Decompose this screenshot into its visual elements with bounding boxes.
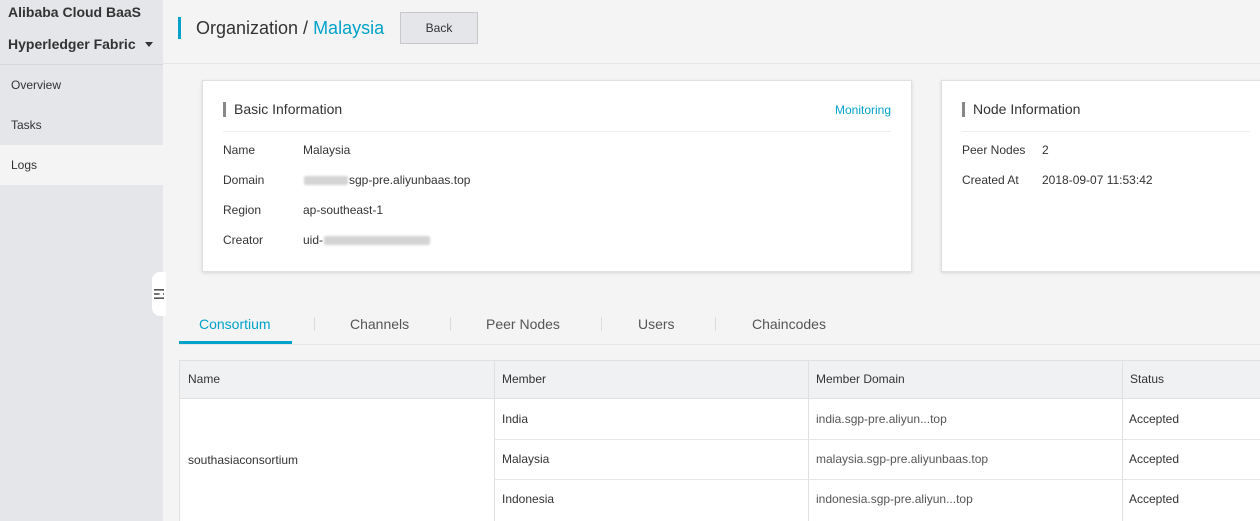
tab-chaincodes[interactable]: Chaincodes [752,316,826,332]
tab-divider [314,317,315,331]
page-title: Organization / Malaysia [196,18,384,39]
info-key: Peer Nodes [962,143,1026,157]
back-button[interactable]: Back [400,12,478,44]
monitoring-link[interactable]: Monitoring [835,103,891,117]
info-value: 2 [1042,143,1049,157]
redacted-text [324,236,431,246]
member-cell: India [502,412,529,426]
sidebar-item-logs[interactable]: Logs [0,145,163,185]
breadcrumb-parent: Organization / [196,18,314,38]
sidebar-item-tasks[interactable]: Tasks [0,105,163,145]
sidebar-collapse-handle[interactable] [152,272,166,316]
info-key: Region [223,203,262,217]
section-marker [962,102,965,117]
info-value: ap-southeast-1 [303,203,384,217]
node-information-card: Node Information Peer Nodes 2 Created At… [941,80,1260,272]
tab-divider [450,317,451,331]
row-divider [494,439,1260,440]
brand-title: Alibaba Cloud BaaS [8,4,142,20]
member-domain-cell: malaysia.sgp-pre.aliyunbaas.top [816,452,989,466]
status-cell: Accepted [1129,412,1180,426]
column-header-member: Member [502,372,547,386]
tab-peer-nodes[interactable]: Peer Nodes [486,316,560,332]
column-divider [494,361,495,521]
chevron-down-icon [144,41,153,47]
status-cell: Accepted [1129,492,1180,506]
table-header: Name Member Member Domain Status [180,361,1260,399]
tab-divider [601,317,602,331]
redacted-text [304,176,348,186]
card-header: Basic Information Monitoring [223,100,891,132]
tab-bar: Consortium Channels Peer Nodes Users Cha… [179,307,1260,345]
sidebar: Alibaba Cloud BaaS Hyperledger Fabric Ov… [0,0,163,521]
column-header-member-domain: Member Domain [816,372,905,386]
info-value: uid- [303,233,324,247]
section-marker [223,102,226,117]
product-name: Hyperledger Fabric [8,36,136,52]
tab-divider [715,317,716,331]
member-cell: Malaysia [502,452,550,466]
card-title: Node Information [973,101,1081,117]
column-header-name: Name [188,372,221,386]
tab-channels[interactable]: Channels [350,316,409,332]
info-key: Domain [223,173,265,187]
info-key: Name [223,143,256,157]
info-value: Malaysia [303,143,351,157]
column-header-status: Status [1130,372,1165,386]
info-value-wrap: uid- [303,233,431,247]
sidebar-item-overview[interactable]: Overview [0,65,163,105]
collapse-icon [154,289,164,299]
info-key: Creator [223,233,264,247]
title-accent-bar [178,17,181,39]
status-cell: Accepted [1129,452,1180,466]
sidebar-nav: Overview Tasks Logs [0,64,163,185]
tab-users[interactable]: Users [638,316,675,332]
breadcrumb-current: Malaysia [313,18,385,38]
consortium-name: southasiaconsortium [188,453,299,467]
column-divider [1122,361,1123,521]
info-key: Created At [962,173,1019,187]
info-value: sgp-pre.aliyunbaas.top [349,173,471,187]
card-title: Basic Information [234,101,343,117]
product-switcher[interactable]: Hyperledger Fabric [8,36,155,52]
active-tab-indicator [179,341,292,344]
info-value-wrap: sgp-pre.aliyunbaas.top [303,173,470,187]
basic-information-card: Basic Information Monitoring Name Malays… [202,80,912,272]
member-domain-cell: indonesia.sgp-pre.aliyun...top [816,492,973,506]
member-domain-cell: india.sgp-pre.aliyun...top [816,412,947,426]
column-divider [808,361,809,521]
brand: Alibaba Cloud BaaS Hyperledger Fabric [0,0,163,64]
row-divider [494,479,1260,480]
info-value: 2018-09-07 11:53:42 [1042,173,1153,187]
member-cell: Indonesia [502,492,555,506]
tab-consortium[interactable]: Consortium [199,316,271,332]
card-header: Node Information [962,100,1250,132]
consortium-table: Name Member Member Domain Status southas… [179,360,1260,521]
